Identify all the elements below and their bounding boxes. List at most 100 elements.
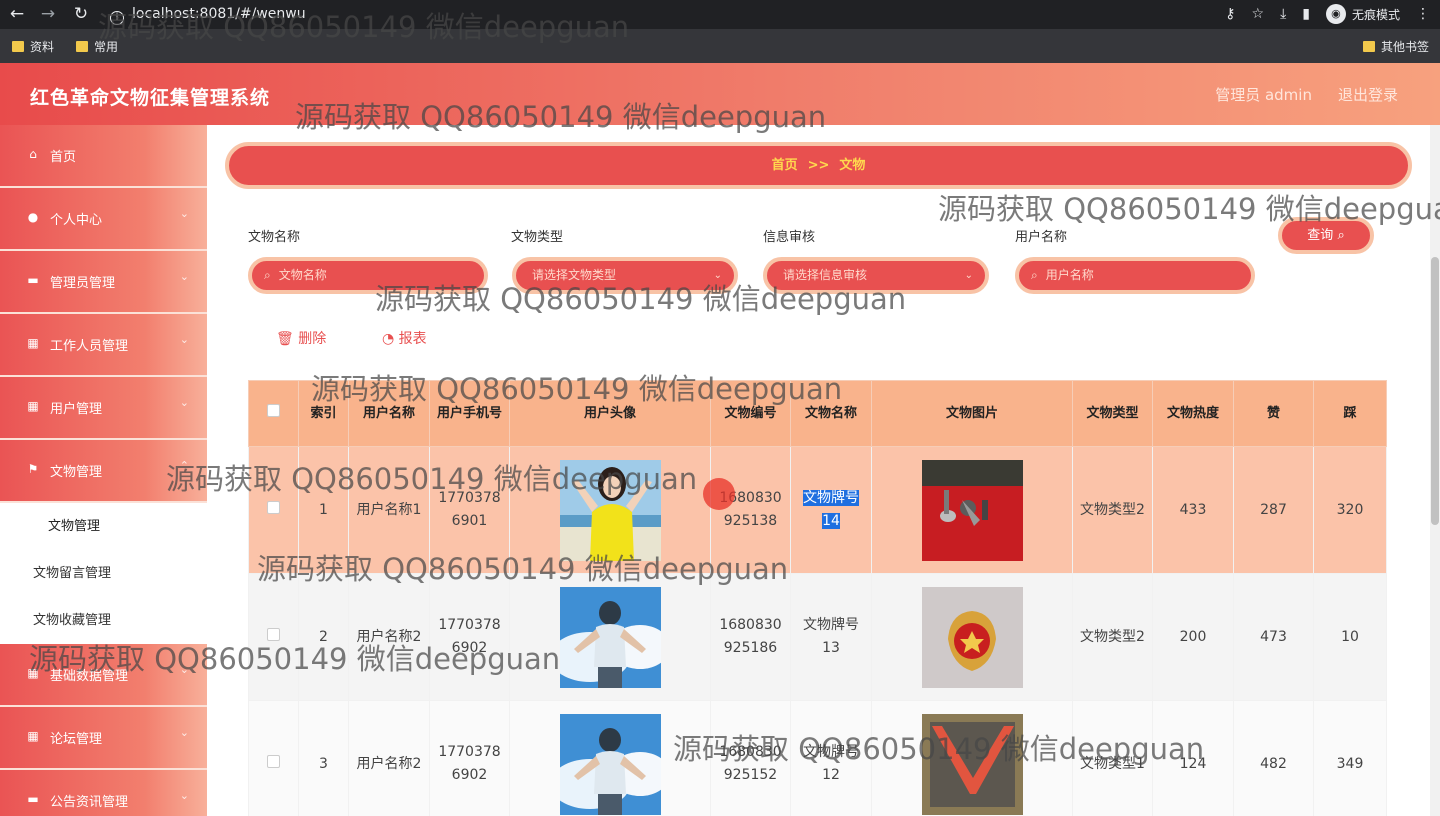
relic-name-input[interactable]: ⌕ 文物名称 [248,257,488,294]
sidebar-item-relics[interactable]: ⚑ 文物管理 ⌃ [0,440,207,503]
star-icon[interactable]: ☆ [1252,6,1265,22]
column-header[interactable]: 文物图片 [871,380,1073,447]
audit-select[interactable]: 请选择信息审核 ⌄ [763,257,989,294]
search-icon: ⌕ [264,268,271,282]
main-content: 首页 >> 文物 文物名称 ⌕ 文物名称 文物类型 请选择文物类型 ⌄ 信息审核 请选择… [207,125,1440,816]
chevron-down-icon: ⌄ [179,396,189,409]
table-row[interactable]: 2 用户名称2 17703786902 1680830925186 文物牌号13 [248,573,1387,701]
grid-icon: ▦ [27,336,39,350]
column-header[interactable]: 用户名称 [348,380,430,447]
sidebar-item-personal[interactable]: ● 个人中心 ⌄ [0,188,207,251]
filter-user-label: 用户名称 [1015,230,1068,245]
cell-type: 文物类型2 [1072,573,1153,701]
sidebar-item-basedata[interactable]: ▦ 基础数据管理 ⌄ [0,644,207,707]
user-avatar-image[interactable] [559,713,661,815]
browser-toolbar: ← → ↻ i localhost:8081/#/wenwu ⚷ ☆ ⤓ ▮ ◉ 无… [0,0,1440,29]
page-scrollbar[interactable] [1430,125,1440,816]
column-header[interactable]: 文物名称 [790,380,872,447]
sidepanel-icon[interactable]: ▮ [1302,6,1310,22]
filter-name-label: 文物名称 [248,230,301,245]
column-header[interactable]: 踩 [1313,380,1387,447]
forward-icon[interactable]: → [37,4,59,24]
submenu-item-favorites[interactable]: 文物收藏管理 [0,597,207,644]
breadcrumb-home[interactable]: 首页 [772,158,798,173]
chevron-down-icon: ⌄ [713,270,722,281]
incognito-label: 无痕模式 [1351,7,1400,22]
info-icon[interactable]: i [110,11,124,25]
sidebar-item-label: 个人中心 [50,213,103,228]
cell-type: 文物类型2 [1072,446,1153,574]
incognito-indicator[interactable]: ◉ 无痕模式 [1325,4,1400,24]
reload-icon[interactable]: ↻ [70,4,92,24]
cell-index: 2 [298,573,349,701]
query-button[interactable]: 查询 ⌕ [1278,217,1374,254]
logout-link[interactable]: 退出登录 [1338,84,1398,105]
bookmark-label: 常用 [94,40,119,54]
sidebar-item-label: 公告资讯管理 [50,795,129,810]
relic-type-select[interactable]: 请选择文物类型 ⌄ [512,257,738,294]
cell-dislikes: 320 [1313,446,1387,574]
column-header[interactable]: 文物编号 [710,380,791,447]
address-bar[interactable]: i localhost:8081/#/wenwu [110,3,306,25]
relics-submenu: 文物管理 文物留言管理 文物收藏管理 [0,503,207,644]
cell-heat: 433 [1152,446,1234,574]
cell-code: 1680830925152 [710,700,791,816]
chevron-down-icon: ⌄ [179,789,189,802]
sidebar-item-forum[interactable]: ▦ 论坛管理 ⌄ [0,707,207,770]
submenu-item-relics[interactable]: 文物管理 [0,503,207,550]
sidebar-item-users[interactable]: ▦ 用户管理 ⌄ [0,377,207,440]
chevron-down-icon: ⌄ [179,663,189,676]
other-bookmarks[interactable]: 其他书签 [1363,38,1429,55]
user-avatar-image[interactable] [559,586,661,688]
report-button[interactable]: ◔ 报表 [382,328,427,348]
cell-type: 文物类型1 [1072,700,1153,816]
bookmark-folder[interactable]: 常用 [76,38,118,55]
relics-table: 索引 用户名称 用户手机号 用户头像 文物编号 文物名称 文物图片 文物类型 文… [248,380,1387,816]
cell-relic-name: 文物牌号13 [790,573,872,701]
scrollbar-thumb[interactable] [1431,257,1439,525]
cell-relic-image [871,446,1073,574]
mouse-cursor-highlight [703,478,735,510]
table-row[interactable]: 1 用户名称1 17703786901 1680830925138 文物牌号14 [248,446,1387,574]
relic-image[interactable] [921,713,1023,815]
row-checkbox[interactable] [267,754,280,768]
row-checkbox[interactable] [267,627,280,641]
filter-audit-label: 信息审核 [763,230,816,245]
column-header[interactable]: 赞 [1233,380,1314,447]
cell-relic-image [871,573,1073,701]
user-avatar-image[interactable] [559,459,661,561]
cell-index: 1 [298,446,349,574]
sidebar-item-admin[interactable]: ▬ 管理员管理 ⌄ [0,251,207,314]
user-icon: ● [27,210,39,224]
trash-icon: 🗑︎ [276,331,294,347]
cell-relic-name: 文物牌号14 [790,446,872,574]
delete-button[interactable]: 🗑︎ 删除 [276,328,326,348]
search-icon: ⌕ [1031,268,1038,282]
column-header[interactable]: 用户手机号 [429,380,510,447]
cell-heat: 200 [1152,573,1234,701]
relic-image[interactable] [921,586,1023,688]
table-row[interactable]: 3 用户名称2 17703786902 1680830925152 文物牌号12 [248,700,1387,816]
sidebar-item-label: 工作人员管理 [50,339,129,354]
more-icon[interactable]: ⋮ [1416,6,1430,22]
input-placeholder: 文物名称 [278,268,327,282]
column-header[interactable]: 文物热度 [1152,380,1234,447]
sidebar-item-notices[interactable]: ▬ 公告资讯管理 ⌄ [0,770,207,816]
submenu-item-messages[interactable]: 文物留言管理 [0,550,207,597]
select-all-checkbox[interactable] [267,403,280,417]
key-icon[interactable]: ⚷ [1225,6,1235,22]
sidebar-item-home[interactable]: ⌂ 首页 [0,125,207,188]
back-icon[interactable]: ← [6,4,28,24]
sidebar-item-staff[interactable]: ▦ 工作人员管理 ⌄ [0,314,207,377]
folder-icon [1363,41,1375,52]
bookmark-folder[interactable]: 资料 [12,38,54,55]
search-icon: ⌕ [1337,228,1345,243]
column-header[interactable]: 文物类型 [1072,380,1153,447]
column-header[interactable]: 索引 [298,380,349,447]
cell-avatar [509,573,711,701]
row-checkbox[interactable] [267,500,280,514]
download-icon[interactable]: ⤓ [1280,6,1286,22]
column-header[interactable]: 用户头像 [509,380,711,447]
user-name-input[interactable]: ⌕ 用户名称 [1015,257,1255,294]
relic-image[interactable] [921,459,1023,561]
